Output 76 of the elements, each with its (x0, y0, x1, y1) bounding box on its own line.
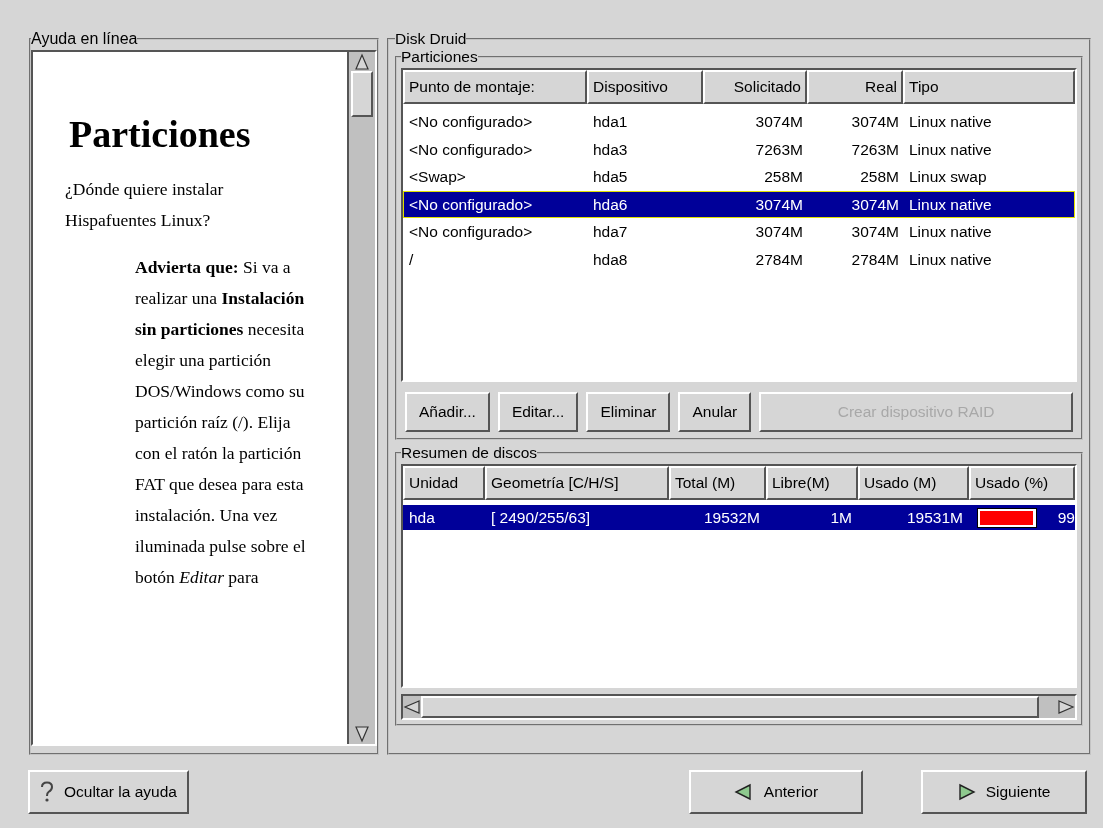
table-cell: Linux native (909, 223, 992, 241)
table-cell: hda (409, 508, 435, 526)
action-button[interactable]: Editar... (497, 392, 579, 432)
column-header[interactable]: Unidad (403, 466, 485, 500)
table-cell-text: 99 (1057, 507, 1075, 528)
table-cell: [ 2490/255/63] (491, 508, 591, 526)
table-cell: 3074M (851, 195, 899, 213)
next-button[interactable]: Siguiente (921, 769, 1087, 814)
hide-help-button[interactable]: Ocultar la ayuda (28, 769, 189, 814)
scroll-right-icon[interactable] (1057, 698, 1075, 716)
table-cell: hda7 (593, 223, 628, 241)
question-mark-icon (40, 780, 54, 803)
partition-row[interactable]: <No configurado> hda3 7263M 7263M Linux native (403, 135, 1075, 163)
column-header[interactable]: Tipo (903, 70, 1075, 104)
help-note: Advierta que: Si va a realizar una Instalación sin particiones necesita elegir una partición DOS/Windows como su partición raíz (/). Elija con el ratón la partición FAT que desea para esta instalación. Una vez iluminada pulse sobre el botón Editar para (135, 256, 307, 589)
table-cell: <No configurado> (409, 195, 533, 213)
vertical-scrollbar[interactable] (347, 52, 375, 744)
column-header[interactable]: Geometría [C/H/S] (485, 466, 669, 500)
action-button[interactable]: Añadir... (405, 392, 490, 432)
table-cell: 19531M (907, 508, 963, 526)
table-cell: hda8 (593, 250, 628, 268)
forward-arrow-icon (957, 782, 976, 801)
frame-title: Resumen de discos (401, 444, 538, 462)
back-arrow-icon (733, 782, 752, 801)
horizontal-scrollbar[interactable] (401, 694, 1077, 720)
table-cell: <No configurado> (409, 140, 533, 158)
table-cell: 258M (764, 168, 803, 186)
table-cell: Linux swap (909, 168, 987, 186)
table-cell: 2784M (755, 250, 803, 268)
table-cell: Linux native (909, 113, 992, 131)
partition-row[interactable]: <Swap> hda5 258M 258M Linux swap (403, 163, 1075, 191)
frame-title: Disk Druid (395, 30, 467, 48)
partition-row[interactable]: <No configurado> hda1 3074M 3074M Linux native (403, 108, 1075, 136)
table-cell: <No configurado> (409, 113, 533, 131)
column-header[interactable]: Dispositivo (587, 70, 703, 104)
action-button[interactable]: Anular (678, 392, 752, 432)
table-cell: Linux native (909, 140, 992, 158)
table-cell: Linux native (909, 250, 992, 268)
table-cell: hda3 (593, 140, 628, 158)
column-header[interactable]: Punto de montaje: (403, 70, 587, 104)
table-cell: 7263M (851, 140, 899, 158)
table-cell: hda6 (593, 195, 628, 213)
column-header[interactable]: Usado (%) (969, 466, 1075, 500)
disk-row[interactable]: hda [ 2490/255/63] 19532M 1M 19531M 99 (403, 505, 1075, 530)
column-header[interactable]: Usado (M) (858, 466, 969, 500)
help-heading: Particiones (69, 112, 252, 156)
column-header[interactable]: Total (M) (669, 466, 766, 500)
back-button[interactable]: Anterior (689, 769, 863, 814)
frame-title: Particiones (401, 48, 478, 66)
frame-title: Ayuda en línea (31, 30, 138, 48)
help-question: ¿Dónde quiere instalar Hispafuentes Linux? (65, 178, 225, 232)
scroll-down-icon[interactable] (353, 725, 371, 743)
table-cell: 1M (830, 508, 852, 526)
partition-row[interactable]: / hda8 2784M 2784M Linux native (403, 245, 1075, 273)
column-header[interactable]: Real (807, 70, 903, 104)
action-button[interactable]: Eliminar (586, 392, 671, 432)
column-header[interactable]: Libre(M) (766, 466, 858, 500)
table-cell: 3074M (851, 113, 899, 131)
table-cell: 3074M (755, 223, 803, 241)
table-cell: 258M (860, 168, 899, 186)
table-cell: 7263M (755, 140, 803, 158)
table-cell: / (409, 250, 414, 268)
table-cell: <No configurado> (409, 223, 533, 241)
table-cell: 3074M (755, 195, 803, 213)
table-cell: hda5 (593, 168, 628, 186)
table-cell: 2784M (851, 250, 899, 268)
column-header[interactable]: Solicitado (703, 70, 807, 104)
table-cell: <Swap> (409, 168, 466, 186)
table-cell: 3074M (851, 223, 899, 241)
table-cell: Linux native (909, 195, 992, 213)
partition-row[interactable]: <No configurado> hda7 3074M 3074M Linux native (403, 218, 1075, 246)
scroll-left-icon[interactable] (403, 698, 421, 716)
table-cell: 3074M (755, 113, 803, 131)
partition-row[interactable]: <No configurado> hda6 3074M 3074M Linux native (403, 190, 1075, 218)
table-cell: 19532M (704, 508, 760, 526)
table-cell: hda1 (593, 113, 628, 131)
